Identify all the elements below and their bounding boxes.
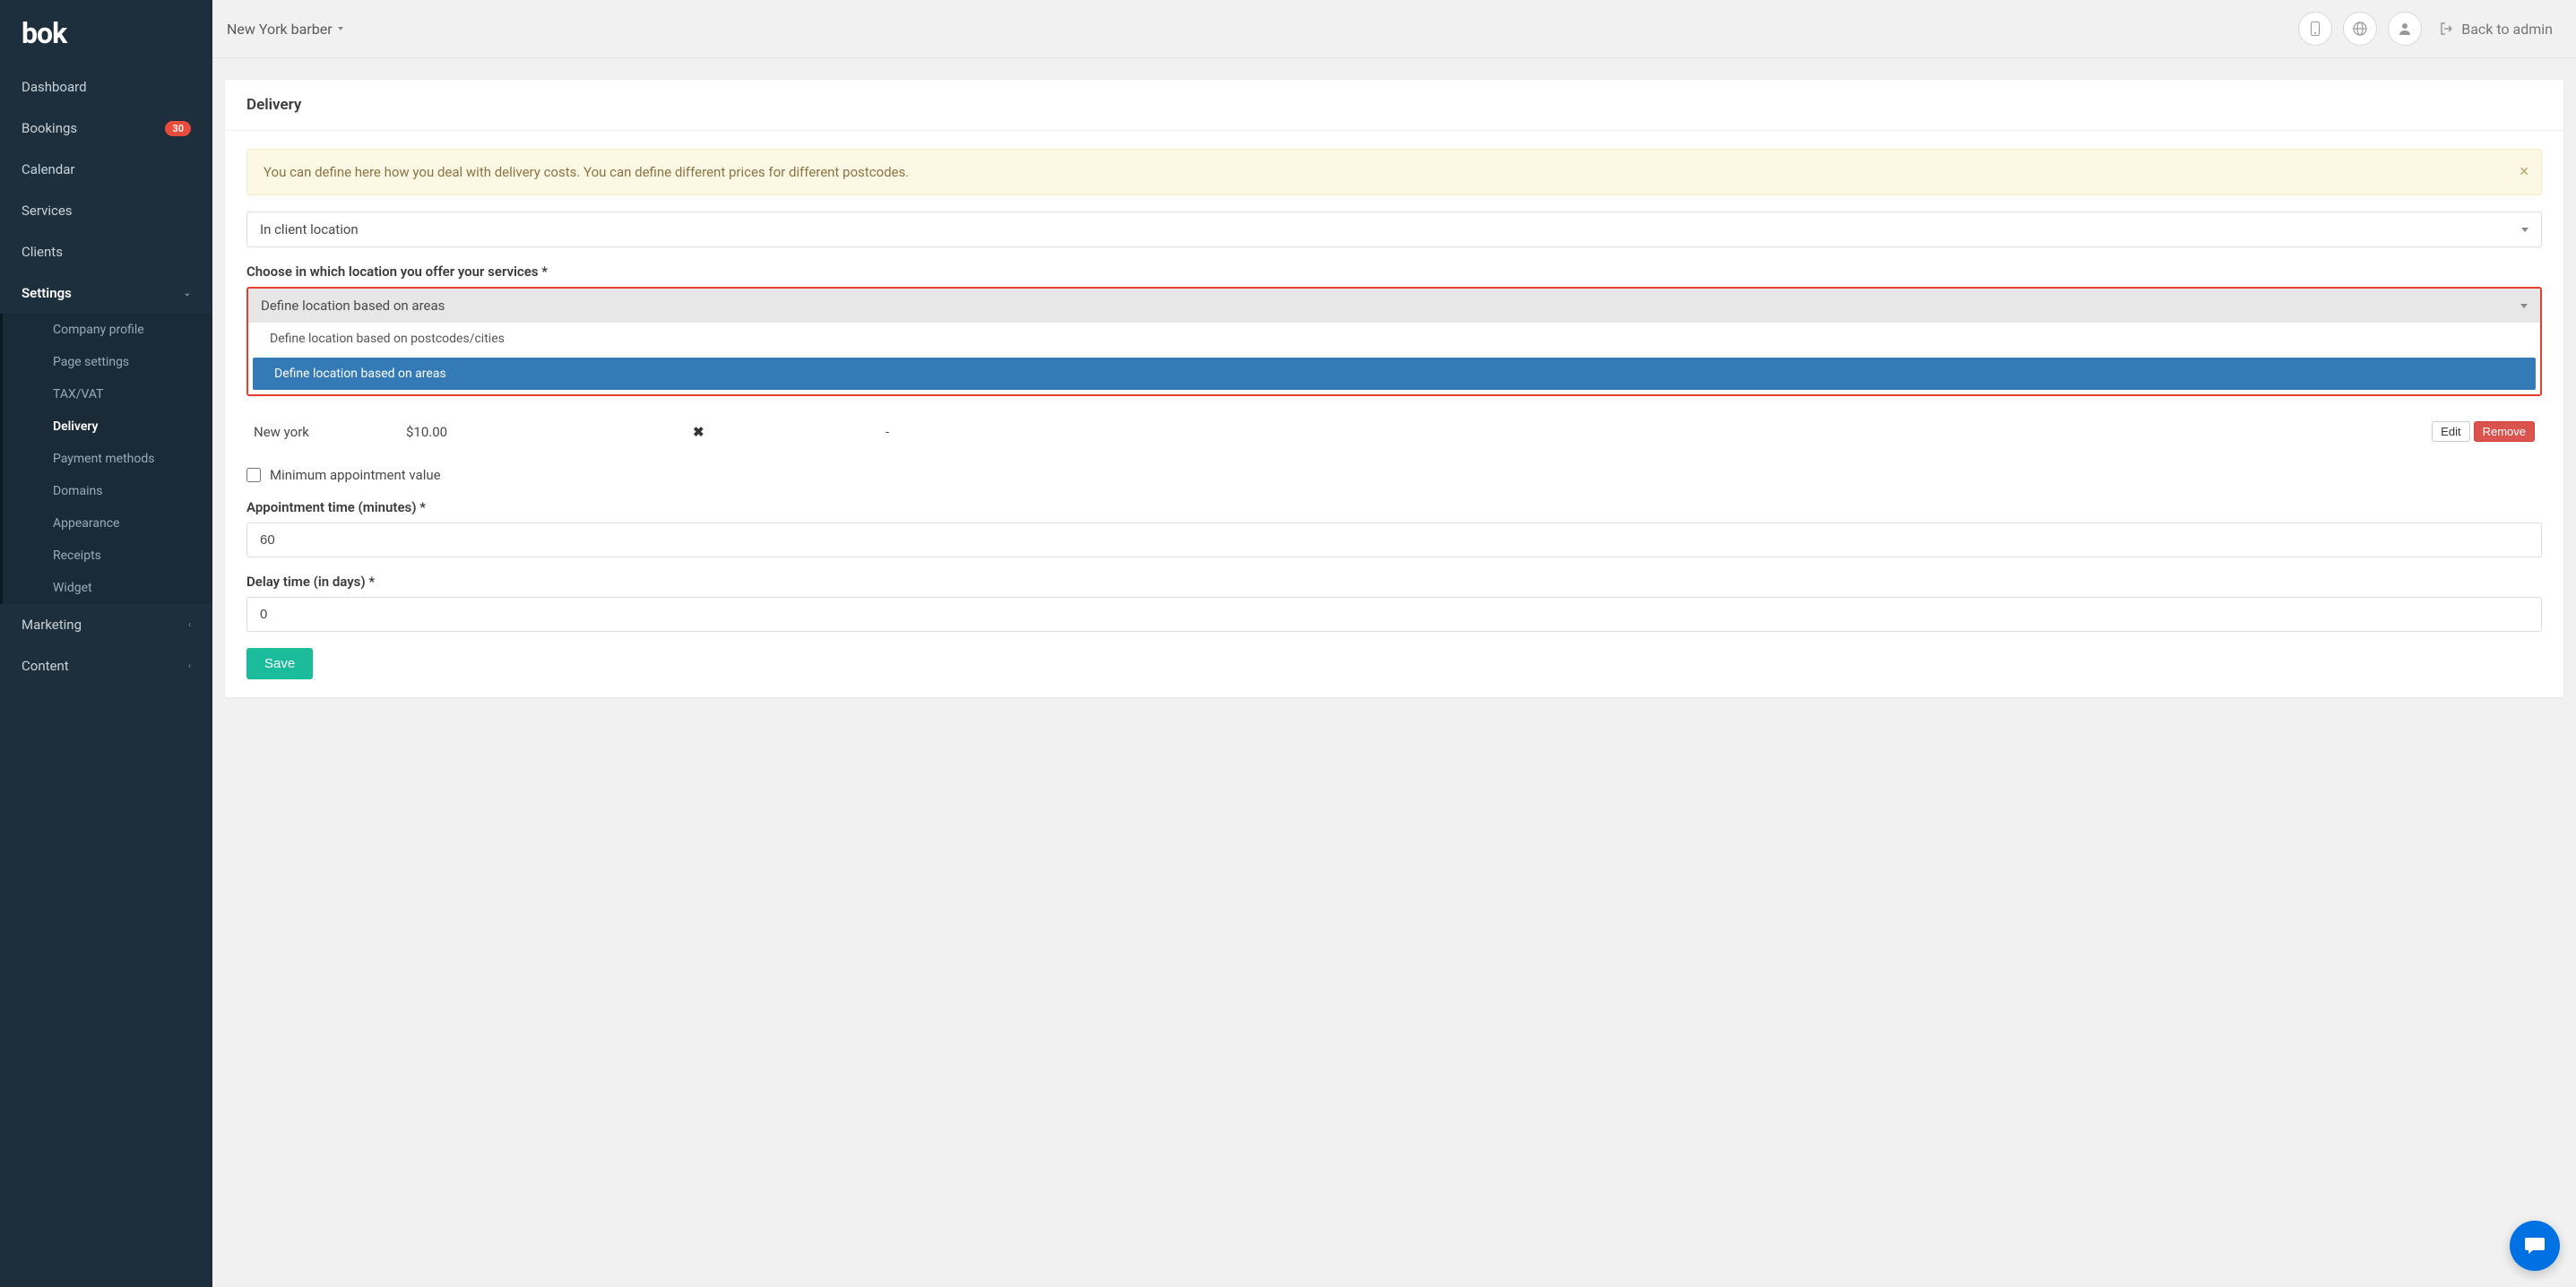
caret-down-icon [2520,304,2528,308]
nav-marketing[interactable]: Marketing ‹ [0,604,212,645]
select-value: Define location based on areas [261,298,445,314]
nav-label: Calendar [22,161,75,177]
nav-services[interactable]: Services [0,190,212,231]
area-name: New york [254,424,406,440]
chat-widget[interactable] [2510,1221,2560,1271]
user-icon-button[interactable] [2388,12,2422,46]
settings-subnav: Company profile Page settings TAX/VAT De… [0,314,212,604]
dropdown-option-areas[interactable]: Define location based on areas [253,358,2536,390]
nav-label: Settings [22,285,72,301]
nav-label: Dashboard [22,79,87,95]
subnav-payment-methods[interactable]: Payment methods [3,443,212,475]
bookings-badge: 30 [165,121,191,136]
subnav-tax-vat[interactable]: TAX/VAT [3,378,212,410]
mobile-icon [2311,22,2320,36]
nav-label: Clients [22,244,63,260]
area-dash: - [886,424,2432,440]
page-title: Delivery [225,80,2563,131]
globe-icon-button[interactable] [2343,12,2377,46]
user-icon [2399,22,2411,35]
chevron-left-icon: ‹ [188,661,191,671]
appointment-time-input[interactable] [246,523,2542,557]
define-location-select[interactable]: Define location based on areas [248,289,2540,323]
caret-down-icon [2521,228,2528,232]
caret-down-icon [338,27,343,30]
location-dropdown[interactable]: New York barber [227,21,343,38]
subnav-receipts[interactable]: Receipts [3,540,212,572]
subnav-delivery[interactable]: Delivery [3,410,212,443]
nav-calendar[interactable]: Calendar [0,149,212,190]
dropdown-menu: Define location based on postcodes/citie… [248,323,2540,390]
delay-time-input[interactable] [246,597,2542,632]
back-label: Back to admin [2461,21,2553,38]
info-alert: You can define here how you deal with de… [246,149,2542,195]
subnav-company-profile[interactable]: Company profile [3,314,212,346]
nav-label: Bookings [22,120,77,136]
delivery-card: Delivery You can define here how you dea… [225,80,2563,697]
area-price: $10.00 [406,424,693,440]
globe-icon [2353,22,2367,36]
close-icon[interactable]: × [2520,162,2528,181]
save-button[interactable]: Save [246,648,313,679]
dropdown-option-postcodes[interactable]: Define location based on postcodes/citie… [248,323,2540,355]
signout-icon [2440,22,2454,35]
select-value: In client location [260,221,359,238]
choose-location-label: Choose in which location you offer your … [246,263,2542,280]
min-appointment-label: Minimum appointment value [270,467,441,483]
subnav-widget[interactable]: Widget [3,572,212,604]
mobile-icon-button[interactable] [2298,12,2332,46]
header-actions: Back to admin [2298,12,2553,46]
area-row: New york $10.00 ✖ - Edit Remove [246,412,2542,451]
appointment-time-label: Appointment time (minutes) * [246,499,2542,515]
header: New York barber Back to admin [212,0,2576,58]
chat-icon [2522,1233,2547,1258]
remove-button[interactable]: Remove [2474,421,2535,442]
delay-time-label: Delay time (in days) * [246,574,2542,590]
subnav-appearance[interactable]: Appearance [3,507,212,540]
location-name: New York barber [227,21,333,38]
back-to-admin-link[interactable]: Back to admin [2440,21,2553,38]
subnav-domains[interactable]: Domains [3,475,212,507]
remove-icon[interactable]: ✖ [693,424,886,440]
nav-clients[interactable]: Clients [0,231,212,272]
nav-settings[interactable]: Settings ⌄ [0,272,212,314]
nav-dashboard[interactable]: Dashboard [0,66,212,108]
location-type-select[interactable]: In client location [246,212,2542,247]
alert-text: You can define here how you deal with de… [264,164,909,180]
nav-label: Content [22,658,69,674]
chevron-left-icon: ‹ [188,620,191,630]
chevron-down-icon: ⌄ [184,289,191,298]
nav-content[interactable]: Content ‹ [0,645,212,687]
nav-label: Services [22,203,73,219]
edit-button[interactable]: Edit [2432,421,2469,442]
subnav-page-settings[interactable]: Page settings [3,346,212,378]
min-appointment-row: Minimum appointment value [246,467,2542,483]
logo: bok [0,0,212,66]
min-appointment-checkbox[interactable] [246,468,261,482]
nav-bookings[interactable]: Bookings 30 [0,108,212,149]
nav-label: Marketing [22,617,82,633]
sidebar: bok Dashboard Bookings 30 Calendar Servi… [0,0,212,1287]
location-definition-dropdown: Define location based on areas Define lo… [246,287,2542,396]
